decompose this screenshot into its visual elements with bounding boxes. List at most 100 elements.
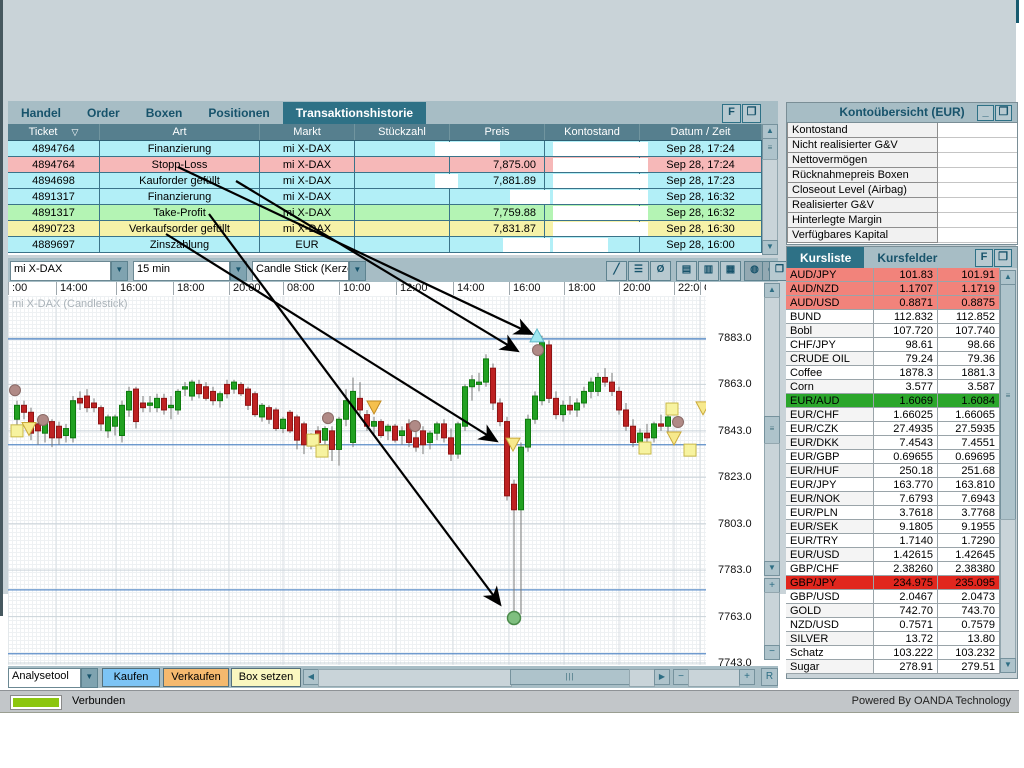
quote-row[interactable]: Bobl107.720107.740 [786,324,1000,338]
column-header[interactable]: Art [100,124,260,140]
quote-row[interactable]: EUR/JPY163.770163.810 [786,478,1000,492]
grid-style-1-icon[interactable]: ▤ [676,261,697,281]
filter-triangle-icon[interactable]: ▽ [72,127,79,138]
grid-style-2-icon[interactable]: ▥ [698,261,719,281]
table-scrollbar-thumb[interactable]: ≡ [762,138,778,160]
quote-row[interactable]: AUD/NZD1.17071.1719 [786,282,1000,296]
table-row[interactable]: 4894698Kauforder gefülltmi X-DAX7,881.89… [8,173,762,189]
table-row[interactable]: 4889697ZinszahlungEURSep 28, 16:00 [8,237,762,253]
chart-vscroll-track[interactable] [764,297,780,418]
chevron-down-icon[interactable]: ▼ [349,261,366,281]
analysis-tool-select[interactable]: Analysetool ▼ [8,668,98,686]
column-header[interactable]: Datum / Zeit [640,124,762,140]
chart-scroll-down-icon[interactable]: ▼ [764,561,780,576]
minimize-icon[interactable]: _ [977,105,994,121]
chart-vscroll-thumb[interactable]: ≡ [764,416,780,444]
interval-select[interactable]: 15 min ▼ [133,261,247,279]
quote-row[interactable]: Corn3.5773.587 [786,380,1000,394]
quote-row[interactable]: EUR/SEK9.18059.1955 [786,520,1000,534]
tab-order[interactable]: Order [74,102,133,124]
quote-row[interactable]: Coffee1878.31881.3 [786,366,1000,380]
instrument-select[interactable]: mi X-DAX ▼ [10,261,128,279]
chart-zoom-out-icon[interactable]: − [764,645,780,660]
quote-row[interactable]: EUR/PLN3.76183.7768 [786,506,1000,520]
chart-zoom-track[interactable] [764,592,780,646]
chart-reset-button[interactable]: R [761,668,778,686]
tab-kursfelder[interactable]: Kursfelder [864,247,950,269]
tab-kursliste[interactable]: Kursliste [787,247,864,269]
chart-hscroll-track2[interactable] [629,669,655,687]
table-scrollbar-track[interactable] [762,159,778,242]
chart-hscroll-thumb[interactable]: ||| [510,669,630,685]
set-box-button[interactable]: Box setzen [231,668,301,687]
restore-window-icon[interactable]: ❐ [994,249,1012,267]
chevron-down-icon[interactable]: ▼ [111,261,128,281]
quote-row[interactable]: GBP/JPY234.975235.095 [786,576,1000,590]
quote-row[interactable]: EUR/TRY1.71401.7290 [786,534,1000,548]
table-scroll-up-icon[interactable]: ▲ [762,124,778,139]
quote-row[interactable]: AUD/JPY101.83101.91 [786,268,1000,282]
quote-row[interactable]: GBP/CHF2.382602.38380 [786,562,1000,576]
quote-row[interactable]: SILVER13.7213.80 [786,632,1000,646]
table-row[interactable]: 4894764Stopp-Lossmi X-DAX7,875.00Sep 28,… [8,157,762,173]
quotes-scrollbar-track[interactable] [1000,519,1016,660]
tab-boxen[interactable]: Boxen [133,102,196,124]
quote-row[interactable]: EUR/AUD1.60691.6084 [786,394,1000,408]
sell-button[interactable]: Verkaufen [163,668,229,687]
quote-row[interactable]: EUR/NOK7.67937.6943 [786,492,1000,506]
quote-row[interactable]: EUR/DKK7.45437.4551 [786,436,1000,450]
time-zoom-out-icon[interactable]: − [673,669,689,685]
tab-transaktionshistorie[interactable]: Transaktionshistorie [283,102,426,124]
dashed-line-icon[interactable]: ☰ [628,261,649,281]
quote-row[interactable]: EUR/HUF250.18251.68 [786,464,1000,478]
table-row[interactable]: 4894764Finanzierungmi X-DAXSep 28, 17:24 [8,141,762,157]
quote-row[interactable]: AUD/USD0.88710.8875 [786,296,1000,310]
quote-row[interactable]: EUR/CHF1.660251.66065 [786,408,1000,422]
quote-row[interactable]: EUR/CZK27.493527.5935 [786,422,1000,436]
quote-row[interactable]: CRUDE OIL79.2479.36 [786,352,1000,366]
float-button[interactable]: F [975,249,993,267]
table-row[interactable]: 4890723Verkaufsorder gefülltmi X-DAX7,83… [8,221,762,237]
chart-scroll-left-icon[interactable]: ◀ [303,669,319,685]
quote-row[interactable]: EUR/USD1.426151.42645 [786,548,1000,562]
quotes-scroll-up-icon[interactable]: ▲ [1000,270,1016,285]
float-button[interactable]: F [722,104,741,123]
quote-row[interactable]: NZD/USD0.75710.7579 [786,618,1000,632]
quote-row[interactable]: BUND112.832112.852 [786,310,1000,324]
column-header[interactable]: Preis [450,124,545,140]
quote-row[interactable]: GBP/USD2.04672.0473 [786,590,1000,604]
restore-window-icon[interactable]: ❐ [742,104,761,123]
chevron-down-icon[interactable]: ▼ [81,668,98,688]
column-header[interactable]: Markt [260,124,355,140]
chart-scroll-up-icon[interactable]: ▲ [764,283,780,298]
chart-zoom-in-icon[interactable]: + [764,578,780,593]
tab-handel[interactable]: Handel [8,102,74,124]
quote-row[interactable]: EUR/GBP0.696550.69695 [786,450,1000,464]
chevron-down-icon[interactable]: ▼ [230,261,247,281]
chart-vscroll-track2[interactable] [764,443,780,563]
chart-hscroll-track[interactable] [318,669,512,687]
chart-type-select[interactable]: Candle Stick (Kerze ▼ [252,261,366,279]
quote-row[interactable]: GOLD742.70743.70 [786,604,1000,618]
time-zoom-in-icon[interactable]: + [739,669,755,685]
candlestick-chart[interactable]: mi X-DAX (Candlestick) [8,296,706,665]
quotes-scroll-down-icon[interactable]: ▼ [1000,658,1016,673]
quotes-scrollbar-thumb[interactable]: ≡ [1000,284,1016,520]
time-zoom-track[interactable] [688,669,740,687]
quote-row[interactable]: Sugar278.91279.51 [786,660,1000,674]
quote-row[interactable]: Schatz103.222103.232 [786,646,1000,660]
trendline-icon[interactable]: ╱ [606,261,627,281]
table-row[interactable]: 4891317Finanzierungmi X-DAXSep 28, 16:32 [8,189,762,205]
column-header[interactable]: Kontostand [545,124,640,140]
table-scroll-down-icon[interactable]: ▼ [762,240,778,255]
tab-positionen[interactable]: Positionen [195,102,282,124]
restore-window-icon[interactable]: ❐ [995,105,1012,121]
table-row[interactable]: 4891317Take-Profitmi X-DAX7,759.88Sep 28… [8,205,762,221]
empty-set-icon[interactable]: Ø [650,261,671,281]
grid-style-3-icon[interactable]: ▦ [720,261,741,281]
column-header[interactable]: Stückzahl [355,124,450,140]
buy-button[interactable]: Kaufen [102,668,160,687]
quote-row[interactable]: CHF/JPY98.6198.66 [786,338,1000,352]
column-header[interactable]: Ticket▽ [8,124,100,140]
chart-scroll-right-icon[interactable]: ▶ [654,669,670,685]
